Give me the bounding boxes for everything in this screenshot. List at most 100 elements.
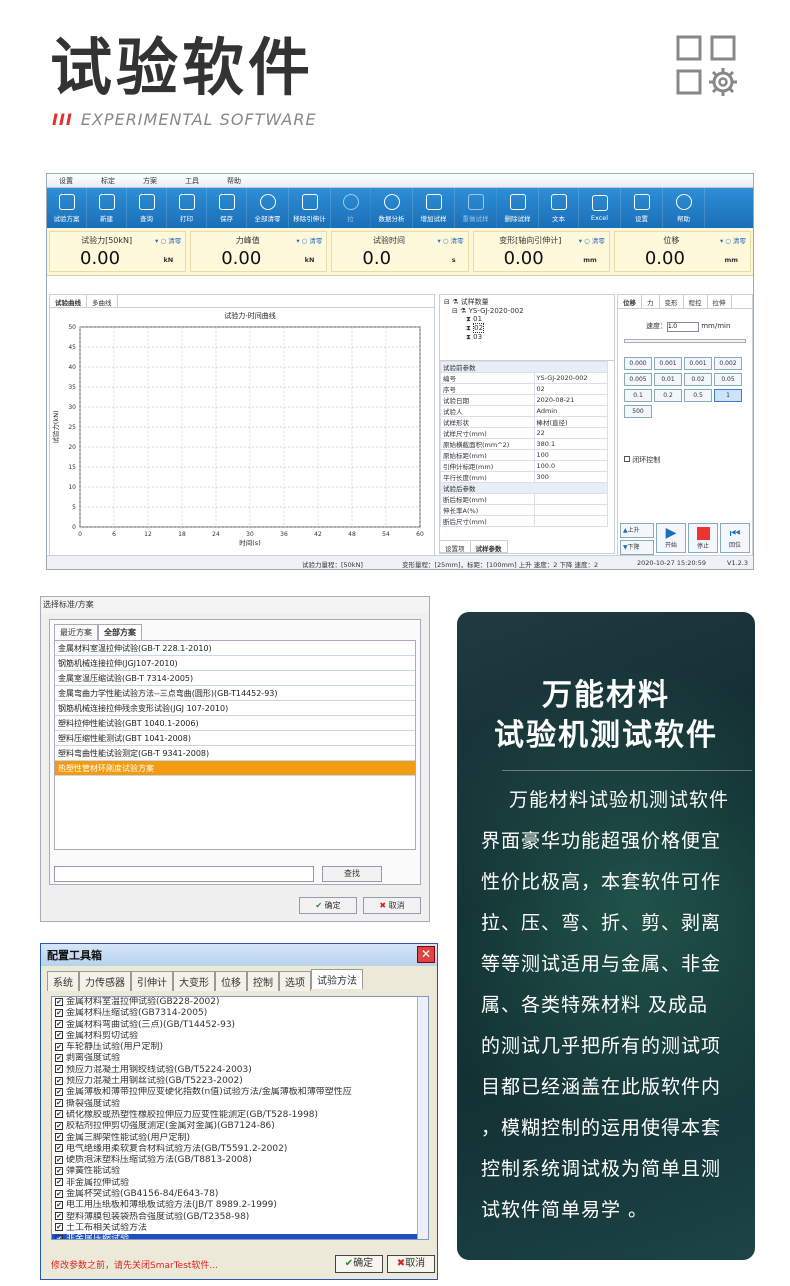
- test-method-item[interactable]: ✔ 胶粘剂拉伸剪切强度测定(金属对金属)(GB7124-86): [52, 1121, 428, 1132]
- param-row[interactable]: 序号 02: [440, 383, 609, 395]
- checkbox-icon[interactable]: ✔: [55, 1031, 63, 1040]
- start-button[interactable]: ▶ 开始: [656, 523, 686, 553]
- tree-root[interactable]: ⊟ ⚗ 试样数量: [444, 297, 610, 307]
- checkbox-icon[interactable]: ✔: [55, 1087, 63, 1096]
- speed-preset-button[interactable]: 0.001: [654, 357, 682, 370]
- tab-control[interactable]: 控制: [247, 971, 279, 991]
- speed-preset-button[interactable]: 1: [714, 389, 742, 402]
- tab-options[interactable]: 选项: [279, 971, 311, 991]
- checkbox-icon[interactable]: ✔: [55, 1008, 63, 1017]
- tab-settings-items[interactable]: 设置项: [440, 541, 471, 553]
- test-method-item[interactable]: ✔ 土工布相关试验方法: [52, 1223, 428, 1234]
- menu-calibrate[interactable]: 标定: [101, 176, 115, 186]
- tab-force[interactable]: 力: [642, 295, 660, 308]
- redo-specimen-button[interactable]: 重做试样: [455, 188, 497, 228]
- print-button[interactable]: 打印: [167, 188, 207, 228]
- tab-force-sensor[interactable]: 力传感器: [79, 971, 131, 991]
- add-specimen-button[interactable]: 增加试样: [413, 188, 455, 228]
- param-row[interactable]: 断后尺寸(mm): [440, 515, 609, 527]
- checkbox-icon[interactable]: ✔: [55, 1053, 63, 1062]
- checkbox-icon[interactable]: ✔: [55, 1223, 63, 1232]
- checkbox-icon[interactable]: ✔: [55, 1144, 63, 1153]
- checkbox-icon[interactable]: ✔: [55, 1234, 63, 1239]
- checkbox-icon[interactable]: ✔: [55, 1200, 63, 1209]
- menu-scheme[interactable]: 方案: [143, 176, 157, 186]
- scheme-list-item[interactable]: 塑料弯曲性能试验测定(GB-T 9341-2008): [55, 746, 415, 761]
- test-method-item[interactable]: ✔ 非金属压缩试验: [52, 1234, 428, 1239]
- scheme-list-item[interactable]: 钢筋机械连接拉伸(JGJ107-2010): [55, 656, 415, 671]
- scheme-list-item[interactable]: 热塑性管材环刚度试验方案: [55, 761, 415, 776]
- save-button[interactable]: 保存: [207, 188, 247, 228]
- down-button[interactable]: ▼下降: [620, 540, 654, 555]
- new-button[interactable]: 新建: [87, 188, 127, 228]
- data-analysis-button[interactable]: 数据分析: [371, 188, 413, 228]
- speed-preset-button[interactable]: 0.002: [714, 357, 742, 370]
- speed-preset-button[interactable]: 0.01: [654, 373, 682, 386]
- tree-batch[interactable]: ⊟ ⚗ YS-GJ-2020-002: [444, 307, 610, 315]
- tab-displacement[interactable]: 位移: [215, 971, 247, 991]
- loop-checkbox[interactable]: [624, 456, 630, 462]
- remove-extensometer-button[interactable]: 移除引伸计: [289, 188, 331, 228]
- tab-extensometer[interactable]: 引伸计: [131, 971, 173, 991]
- dialog1-cancel-button[interactable]: ✖ 取消: [363, 897, 421, 914]
- tab-multi-curve[interactable]: 多曲线: [87, 295, 118, 307]
- checkbox-icon[interactable]: ✔: [55, 1133, 63, 1142]
- speed-preset-button[interactable]: 0.1: [624, 389, 652, 402]
- pull-button[interactable]: 拉: [331, 188, 371, 228]
- params-section-header[interactable]: 试验前参数: [440, 361, 608, 373]
- checkbox-icon[interactable]: ✔: [55, 1076, 63, 1085]
- tab-displacement[interactable]: 位移: [618, 295, 642, 308]
- checkbox-icon[interactable]: ✔: [55, 1042, 63, 1051]
- param-row[interactable]: 试样尺寸(mm) 22: [440, 427, 609, 439]
- param-row[interactable]: 断后标距(mm): [440, 493, 609, 505]
- speed-preset-button[interactable]: 500: [624, 405, 652, 418]
- param-row[interactable]: 原始横截面积(mm^2) 380.1: [440, 438, 609, 450]
- test-method-item[interactable]: ✔ 撕裂强度试验: [52, 1099, 428, 1110]
- checkbox-icon[interactable]: ✔: [55, 1121, 63, 1130]
- tab-all-schemes[interactable]: 全部方案: [98, 624, 142, 640]
- checkbox-icon[interactable]: ✔: [55, 1212, 63, 1221]
- param-row[interactable]: 伸长率A(%): [440, 504, 609, 516]
- scheme-list-item[interactable]: 金属弯曲力学性能试验方法--三点弯曲(圆形)(GB-T14452-93): [55, 686, 415, 701]
- speed-preset-button[interactable]: 0.001: [684, 357, 712, 370]
- clear-deform-button[interactable]: ▾ ○ 清零: [579, 235, 605, 245]
- param-row[interactable]: 编号 YS-GJ-2020-002: [440, 372, 609, 384]
- test-scheme-button[interactable]: 试验方案: [47, 188, 87, 228]
- menu-help[interactable]: 帮助: [227, 176, 241, 186]
- param-row[interactable]: 引伸计标距(mm) 100.0: [440, 460, 609, 472]
- checkbox-icon[interactable]: ✔: [55, 997, 63, 1006]
- checkbox-icon[interactable]: ✔: [55, 1166, 63, 1175]
- speed-slider[interactable]: [624, 339, 746, 343]
- test-method-item[interactable]: ✔ 电工用压纸板和薄纸板试验方法(JB/T 8989.2-1999): [52, 1200, 428, 1211]
- test-method-item[interactable]: ✔ 金属杯突试验(GB4156-84/E643-78): [52, 1189, 428, 1200]
- scheme-list-item[interactable]: 金属室温压缩试验(GB-T 7314-2005): [55, 671, 415, 686]
- tree-item-selected[interactable]: ⧗ 02: [444, 323, 610, 333]
- tree-item[interactable]: ⧗ 01: [444, 315, 610, 324]
- settings-button[interactable]: 设置: [621, 188, 663, 228]
- checkbox-icon[interactable]: ✔: [55, 1020, 63, 1029]
- menu-settings[interactable]: 设置: [59, 176, 73, 186]
- tab-test-curve[interactable]: 试验曲线: [50, 295, 87, 307]
- test-method-item[interactable]: ✔ 金属材料室温拉伸试验(GB228-2002): [52, 997, 428, 1008]
- test-method-item[interactable]: ✔ 金属材料剪切试验: [52, 1031, 428, 1042]
- tree-item[interactable]: ⧗ 03: [444, 333, 610, 342]
- tab-deform[interactable]: 变形: [660, 295, 684, 308]
- up-button[interactable]: ▲上升: [620, 523, 654, 538]
- tab-test-methods[interactable]: 试验方法: [311, 969, 363, 989]
- speed-preset-button[interactable]: 0.2: [654, 389, 682, 402]
- loop-control[interactable]: 闭环控制: [624, 455, 660, 465]
- zero-all-button[interactable]: 全部清零: [247, 188, 289, 228]
- search-button[interactable]: 查找: [322, 866, 382, 882]
- test-method-item[interactable]: ✔ 车轮静压试验(用户定制): [52, 1042, 428, 1053]
- clear-time-button[interactable]: ▾ ○ 清零: [438, 235, 464, 245]
- param-row[interactable]: 平行长度(mm) 300: [440, 471, 609, 483]
- test-method-item[interactable]: ✔ 金属材料弯曲试验(三点)(GB/T14452-93): [52, 1020, 428, 1031]
- test-method-item[interactable]: ✔ 非金属拉伸试验: [52, 1178, 428, 1189]
- speed-preset-button[interactable]: 0.5: [684, 389, 712, 402]
- param-row[interactable]: 试验人 Admin: [440, 405, 609, 417]
- test-method-item[interactable]: ✔ 塑料薄膜包装袋热合强度试验(GB/T2358-98): [52, 1212, 428, 1223]
- param-row[interactable]: 试验日期 2020-08-21: [440, 394, 609, 406]
- dialog1-ok-button[interactable]: ✔ 确定: [299, 897, 357, 914]
- scheme-list-item[interactable]: 钢筋机械连接拉伸残余变形试验(JGJ 107-2010): [55, 701, 415, 716]
- text-button[interactable]: 文本: [539, 188, 579, 228]
